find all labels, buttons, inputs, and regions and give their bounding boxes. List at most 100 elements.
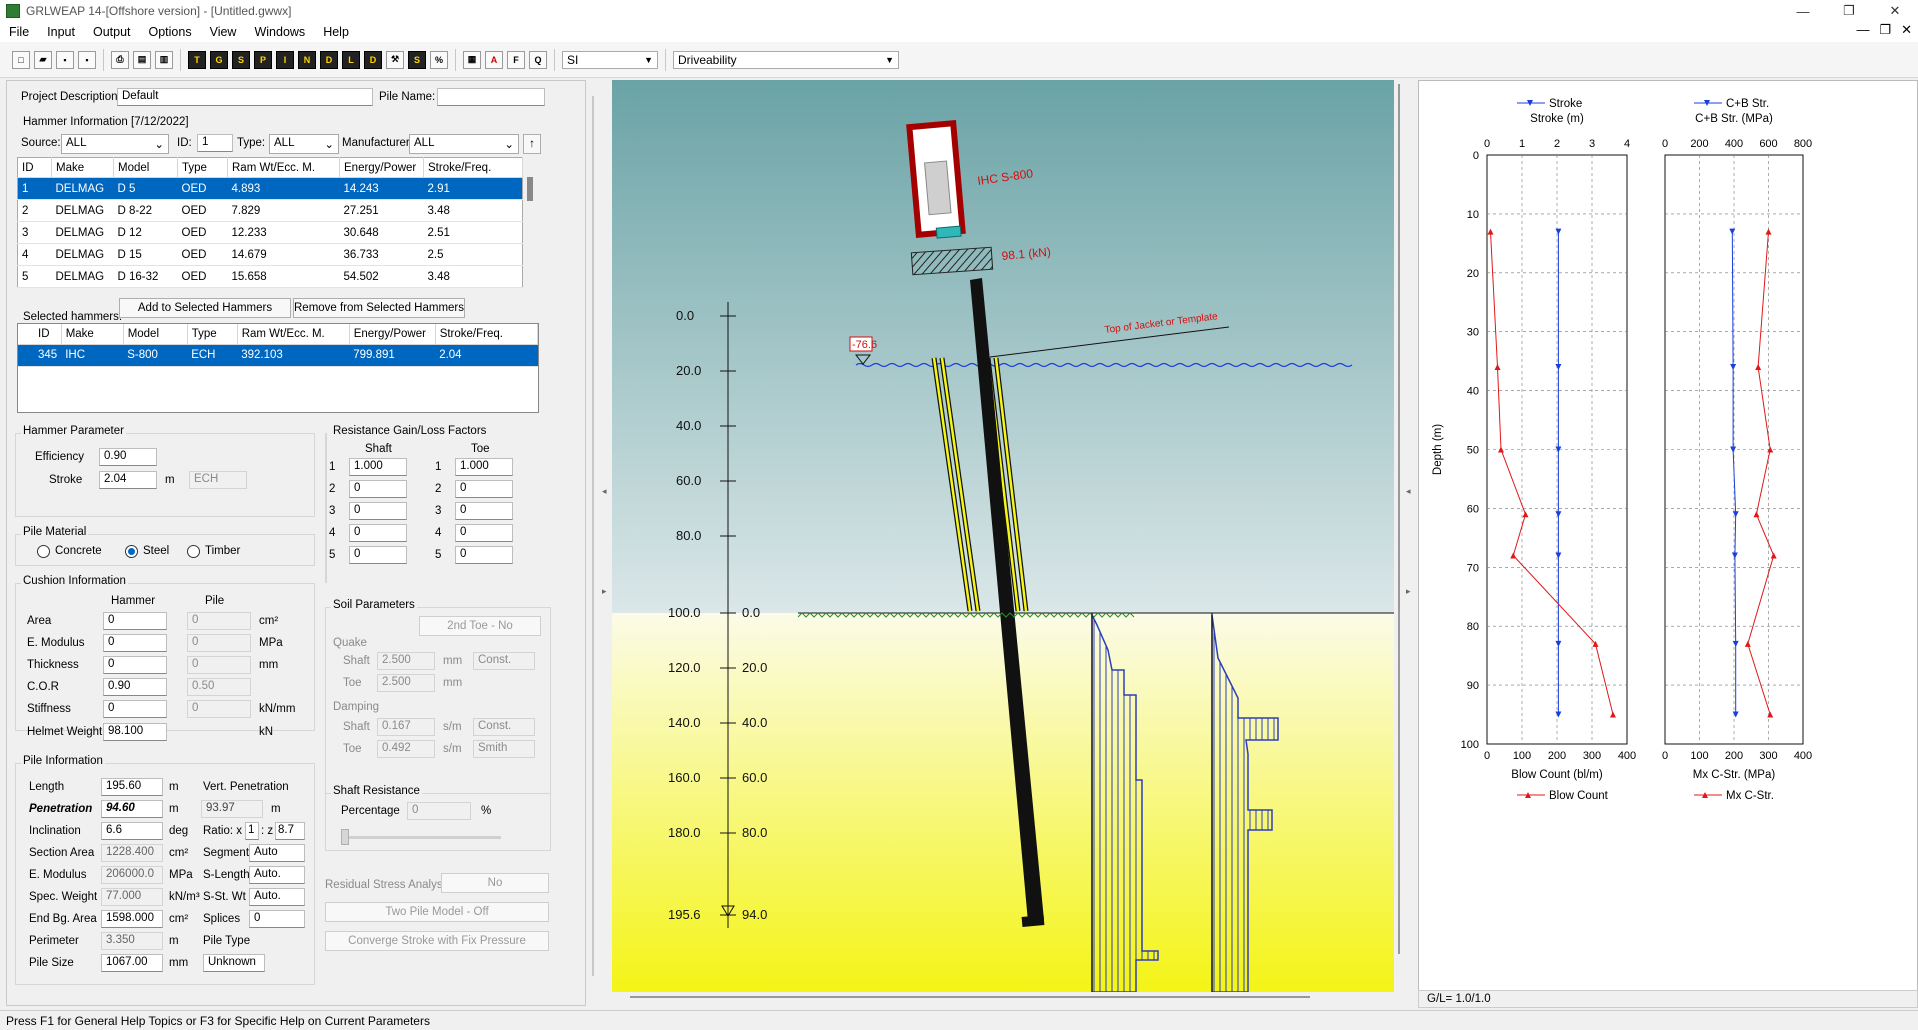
mdi-restore-icon[interactable]: ❐ [1879,22,1891,38]
table-row[interactable]: 2 DELMAG D 8-22 OED 7.829 27.251 3.48 [17,199,523,222]
menu-windows[interactable]: Windows [245,25,314,39]
helmet-weight-input[interactable]: 98.100 [103,723,167,741]
col-ram[interactable]: Ram Wt/Ecc. M. [237,324,350,345]
toolbar-g-icon[interactable]: G [210,50,228,69]
collapse-left-icon[interactable]: ◂ [1406,486,1411,497]
menu-help[interactable]: Help [314,25,358,39]
toe-factor-input[interactable]: 1.000 [455,458,513,476]
type-select[interactable]: ALL ⌄ [269,134,339,154]
toe-factor-input[interactable]: 0 [455,502,513,520]
print-icon[interactable]: ⎙ [111,50,129,69]
ratio-z-input[interactable]: 8.7 [275,822,305,840]
pile-size-input[interactable]: 1067.00 [101,954,163,972]
s-st-wt-input[interactable]: Auto. [249,888,305,906]
toolbar-q-icon[interactable]: Q [529,50,547,69]
units-select[interactable]: SI ▼ [562,50,658,69]
col-model[interactable]: Model [113,157,178,178]
project-desc-input[interactable]: Default [117,88,373,106]
source-select[interactable]: ALL ⌄ [61,134,169,154]
converge-button[interactable]: Converge Stroke with Fix Pressure [325,931,549,951]
two-pile-button[interactable]: Two Pile Model - Off [325,902,549,922]
mode-select[interactable]: Driveability ▼ [673,50,899,69]
toolbar-t-icon[interactable]: T [188,50,206,69]
steel-radio[interactable] [125,545,138,558]
cushion-hammer-cor[interactable]: 0.90 [103,678,167,696]
timber-radio[interactable] [187,545,200,558]
toe-factor-input[interactable]: 0 [455,524,513,542]
col-id[interactable]: ID [17,157,52,178]
collapse-left-icon[interactable]: ◂ [602,486,607,497]
quake-method-field[interactable]: Const. [473,652,535,670]
length-input[interactable]: 195.60 [101,778,163,796]
drawing-vscroll[interactable] [1398,84,1400,954]
menu-view[interactable]: View [201,25,246,39]
shaft-factor-input[interactable]: 0 [349,502,407,520]
penetration-input[interactable]: 94.60 [101,800,163,818]
minimize-button[interactable]: — [1780,0,1826,22]
end-bg-area-input[interactable]: 1598.000 [101,910,163,928]
perimeter-field[interactable]: 3.350 [101,932,163,950]
damp-toe-field[interactable]: 0.492 [377,740,435,758]
close-button[interactable]: ✕ [1872,0,1918,22]
menu-output[interactable]: Output [84,25,140,39]
cushion-hammer-area[interactable]: 0 [103,612,167,630]
col-energy[interactable]: Energy/Power [349,324,436,345]
col-id[interactable]: ID [18,324,62,345]
toolbar-table-icon[interactable]: ▦ [463,50,481,69]
page-setup-icon[interactable]: ▥ [155,50,173,69]
splices-input[interactable]: 0 [249,910,305,928]
col-type[interactable]: Type [177,157,228,178]
percentage-slider-thumb[interactable] [341,829,349,845]
table-row[interactable]: 5 DELMAG D 16-32 OED 15.658 54.502 3.48 [17,265,523,288]
col-ram[interactable]: Ram Wt/Ecc. M. [227,157,340,178]
table-row[interactable]: 345 IHC S-800 ECH 392.103 799.891 2.04 [18,344,538,367]
shaft-factor-input[interactable]: 0 [349,524,407,542]
print-preview-icon[interactable]: ▤ [133,50,151,69]
drawing-scrollbar[interactable] [630,996,1310,998]
open-folder-icon[interactable]: ▰ [34,50,52,69]
ratio-x-input[interactable]: 1 [245,822,259,840]
pile-name-input[interactable] [437,88,545,106]
quake-toe-field[interactable]: 2.500 [377,674,435,692]
left-splitter[interactable] [596,80,606,1006]
concrete-radio[interactable] [37,545,50,558]
damp-method-shaft[interactable]: Const. [473,718,535,736]
second-toe-button[interactable]: 2nd Toe - No [419,616,541,636]
col-energy[interactable]: Energy/Power [339,157,424,178]
col-stroke[interactable]: Stroke/Freq. [423,157,523,178]
segments-input[interactable]: Auto [249,844,305,862]
cushion-hammer-emod[interactable]: 0 [103,634,167,652]
menu-input[interactable]: Input [38,25,84,39]
id-input[interactable]: 1 [197,134,233,152]
menu-options[interactable]: Options [140,25,201,39]
section-area-field[interactable]: 1228.400 [101,844,163,862]
col-model[interactable]: Model [123,324,188,345]
toolbar-p-icon[interactable]: P [254,50,272,69]
toolbar-pile-icon[interactable]: I [276,50,294,69]
toe-factor-input[interactable]: 0 [455,546,513,564]
efficiency-input[interactable]: 0.90 [99,448,157,466]
toolbar-srd-icon[interactable]: S [408,50,426,69]
mdi-minimize-icon[interactable]: — [1856,22,1869,38]
percentage-field[interactable]: 0 [407,802,471,820]
damp-shaft-field[interactable]: 0.167 [377,718,435,736]
sort-up-button[interactable]: ↑ [523,134,541,154]
mdi-close-icon[interactable]: ✕ [1901,22,1912,38]
pile-type-input[interactable]: Unknown [203,954,265,972]
maximize-button[interactable]: ❐ [1826,0,1872,22]
table-row[interactable]: 4 DELMAG D 15 OED 14.679 36.733 2.5 [17,243,523,266]
right-splitter[interactable] [1402,80,1412,1006]
s-length-input[interactable]: Auto. [249,866,305,884]
toolbar-d-icon[interactable]: D [364,50,382,69]
shaft-factor-input[interactable]: 1.000 [349,458,407,476]
cushion-hammer-thickness[interactable]: 0 [103,656,167,674]
stroke-input[interactable]: 2.04 [99,471,157,489]
remove-hammer-button[interactable]: Remove from Selected Hammers [293,298,465,318]
new-file-icon[interactable]: □ [12,50,30,69]
table-scrollbar[interactable] [527,177,533,201]
inclination-input[interactable]: 6.6 [101,822,163,840]
col-make[interactable]: Make [61,324,124,345]
damp-method-toe[interactable]: Smith [473,740,535,758]
table-row[interactable]: 3 DELMAG D 12 OED 12.233 30.648 2.51 [17,221,523,244]
toolbar-a-icon[interactable]: A [485,50,503,69]
